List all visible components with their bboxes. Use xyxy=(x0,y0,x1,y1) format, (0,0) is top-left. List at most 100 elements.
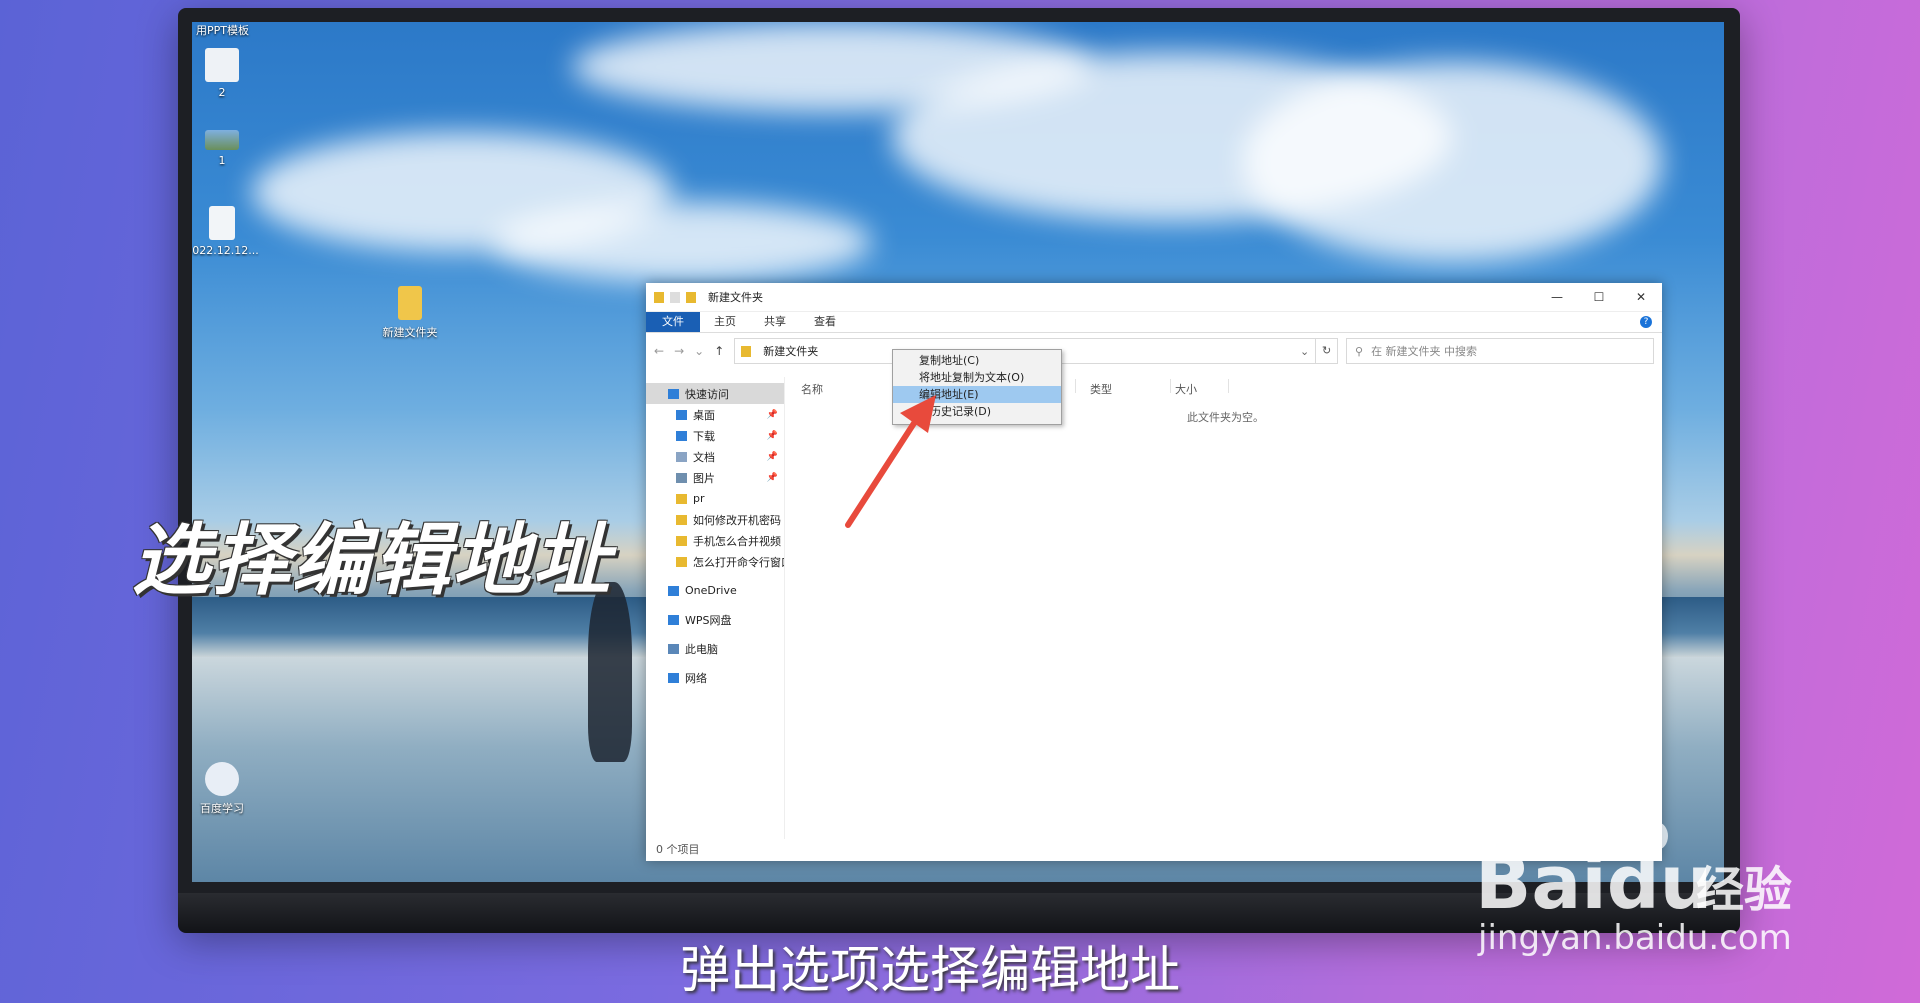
nav-item-icon xyxy=(676,514,687,525)
image-file-icon xyxy=(205,48,239,82)
pin-icon[interactable]: 📌 xyxy=(767,473,778,483)
nav-item[interactable]: 手机怎么合并视频 xyxy=(646,530,784,551)
nav-item-label: OneDrive xyxy=(685,584,737,597)
nav-item[interactable]: 如何修改开机密码 xyxy=(646,509,784,530)
desktop-top-label: 用PPT模板 xyxy=(196,24,249,37)
nav-item-icon xyxy=(676,430,687,441)
nav-item[interactable]: 怎么打开命令行窗口 xyxy=(646,551,784,572)
column-name[interactable]: 名称 xyxy=(801,381,823,397)
recent-locations-button[interactable]: ⌄ xyxy=(694,344,704,358)
nav-item-label: 下载 xyxy=(693,429,715,443)
nav-item-icon xyxy=(668,585,679,596)
forward-button[interactable]: → xyxy=(674,344,684,358)
nav-item-icon xyxy=(676,409,687,420)
folder-icon xyxy=(654,291,664,303)
desktop-icon-label: 新建文件夹 xyxy=(382,326,438,339)
desktop-icon-baidu-study[interactable]: 百度学习 xyxy=(192,762,262,816)
tab-share[interactable]: 共享 xyxy=(750,312,800,332)
navigation-pane: 快速访问 桌面 📌 下载 📌 文档 📌 图片 📌 pr 如何修改开机密码 手机怎么合并视频 怎么打开命令… xyxy=(646,377,784,839)
new-folder-icon[interactable] xyxy=(686,291,696,303)
tab-view[interactable]: 查看 xyxy=(800,312,850,332)
nav-item-label: 怎么打开命令行窗口 xyxy=(693,555,784,569)
desktop-icon-1[interactable]: 1 xyxy=(192,130,262,167)
nav-item-label: 手机怎么合并视频 xyxy=(693,534,781,548)
ribbon-tabs: 文件 主页 共享 查看 ? xyxy=(646,312,1662,333)
nav-item-icon xyxy=(676,556,687,567)
help-icon[interactable]: ? xyxy=(1640,316,1652,328)
nav-item-label: 文档 xyxy=(693,450,715,464)
nav-item-icon xyxy=(668,643,679,654)
nav-item[interactable]: OneDrive xyxy=(646,580,784,601)
folder-icon xyxy=(398,286,422,320)
folder-icon xyxy=(741,345,752,357)
refresh-button[interactable]: ↻ xyxy=(1316,338,1338,364)
nav-item[interactable]: 快速访问 xyxy=(646,383,784,404)
nav-item[interactable]: 网络 xyxy=(646,667,784,688)
pin-icon[interactable]: 📌 xyxy=(767,410,778,420)
address-row: ← → ⌄ ↑ 新建文件夹 ⌄ ↻ ⚲ 在 新建文件夹 中搜索 xyxy=(646,333,1662,369)
search-icon: ⚲ xyxy=(1355,344,1364,358)
address-dropdown-icon[interactable]: ⌄ xyxy=(1300,345,1309,358)
nav-item[interactable]: pr xyxy=(646,488,784,509)
desktop-icon-label: 百度学习 xyxy=(200,802,244,815)
search-placeholder: 在 新建文件夹 中搜索 xyxy=(1371,345,1478,358)
nav-item-label: 桌面 xyxy=(693,408,715,422)
video-subtitle: 弹出选项选择编辑地址 xyxy=(680,941,1180,999)
document-file-icon xyxy=(209,206,235,240)
up-button[interactable]: ↑ xyxy=(714,344,724,358)
desktop-icon-label: 2022.12.12... xyxy=(192,244,259,257)
column-separator[interactable] xyxy=(1170,379,1171,393)
pin-icon[interactable]: 📌 xyxy=(767,452,778,462)
nav-item-label: 快速访问 xyxy=(685,387,729,401)
nav-item[interactable]: 此电脑 xyxy=(646,638,784,659)
tab-file[interactable]: 文件 xyxy=(646,312,700,332)
nav-item-label: 网络 xyxy=(685,671,707,685)
desktop-icon-2[interactable]: 2 xyxy=(192,48,262,99)
nav-item-icon xyxy=(676,535,687,546)
watermark-url: jingyan.baidu.com xyxy=(1478,918,1792,958)
context-menu-item[interactable]: 复制地址(C) xyxy=(893,352,1061,369)
title-bar: 新建文件夹 — ☐ ✕ xyxy=(646,283,1662,312)
red-arrow-annotation xyxy=(845,395,936,528)
nav-item[interactable]: 文档 📌 xyxy=(646,446,784,467)
baidu-logo-text: Baidu xyxy=(1475,840,1713,926)
desktop-icon-label: 1 xyxy=(218,154,226,167)
nav-item[interactable]: 桌面 📌 xyxy=(646,404,784,425)
window-controls: — ☐ ✕ xyxy=(1536,290,1662,304)
nav-item-icon xyxy=(676,451,687,462)
nav-item-icon xyxy=(668,388,679,399)
nav-item-label: 如何修改开机密码 xyxy=(693,513,781,527)
nav-item-icon xyxy=(668,672,679,683)
nav-item[interactable]: WPS网盘 xyxy=(646,609,784,630)
nav-item-label: WPS网盘 xyxy=(685,613,732,627)
column-type[interactable]: 类型 xyxy=(1090,381,1112,397)
cloud xyxy=(492,202,872,282)
explorer-window: 新建文件夹 — ☐ ✕ 文件 主页 共享 查看 ? ← → ⌄ ↑ 新建文件夹 … xyxy=(646,283,1662,861)
column-separator[interactable] xyxy=(1228,379,1229,393)
empty-folder-message: 此文件夹为空。 xyxy=(1187,411,1264,424)
search-box[interactable]: ⚲ 在 新建文件夹 中搜索 xyxy=(1346,338,1654,364)
cloud xyxy=(1242,62,1662,262)
desktop-icon-new-folder[interactable]: 新建文件夹 xyxy=(370,286,450,340)
picture-file-icon xyxy=(205,130,239,150)
minimize-button[interactable]: — xyxy=(1536,290,1578,304)
nav-item[interactable]: 图片 📌 xyxy=(646,467,784,488)
close-button[interactable]: ✕ xyxy=(1620,290,1662,304)
context-menu-item[interactable]: 将地址复制为文本(O) xyxy=(893,369,1061,386)
nav-item-icon xyxy=(676,472,687,483)
jingyan-text: 经验 xyxy=(1696,862,1793,918)
column-separator[interactable] xyxy=(1075,379,1076,393)
desktop-icon-label: 2 xyxy=(218,86,226,99)
back-button[interactable]: ← xyxy=(654,344,664,358)
address-path[interactable]: 新建文件夹 xyxy=(763,343,818,359)
maximize-button[interactable]: ☐ xyxy=(1578,290,1620,304)
tab-home[interactable]: 主页 xyxy=(700,312,750,332)
column-size[interactable]: 大小 xyxy=(1175,381,1197,397)
nav-item[interactable]: 下载 📌 xyxy=(646,425,784,446)
nav-item-label: pr xyxy=(693,492,705,505)
pin-icon[interactable]: 📌 xyxy=(767,431,778,441)
properties-icon[interactable] xyxy=(670,291,680,303)
desktop-icon-doc[interactable]: 2022.12.12... xyxy=(192,206,262,257)
overlay-caption: 选择编辑地址 xyxy=(132,516,613,606)
status-bar: 0 个项目 xyxy=(656,843,700,856)
